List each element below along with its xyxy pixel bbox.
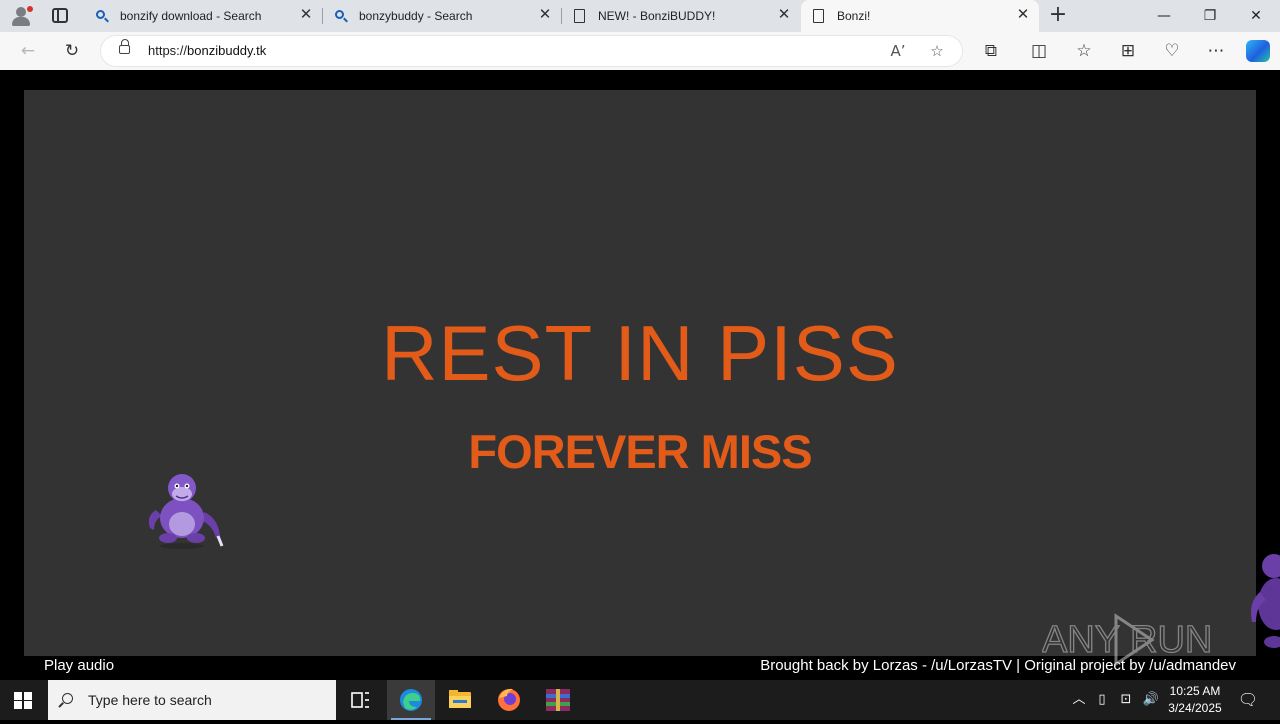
lock-icon[interactable]: [119, 39, 130, 54]
search-placeholder: Type here to search: [88, 692, 212, 708]
split-screen-icon[interactable]: ◫: [1027, 40, 1051, 62]
device-icon[interactable]: ▯: [1092, 680, 1112, 720]
page-stage: REST IN PISS FOREVER MISS Play audio Bro…: [24, 90, 1256, 674]
play-audio-link[interactable]: Play audio: [44, 657, 114, 674]
taskbar-search-box[interactable]: Type here to search: [48, 680, 336, 720]
close-tab-icon[interactable]: ✕: [298, 7, 314, 23]
search-icon: [335, 10, 344, 19]
notifications-icon[interactable]: 🗨: [1234, 680, 1262, 720]
close-tab-icon[interactable]: ✕: [537, 7, 553, 23]
task-view-icon[interactable]: [336, 680, 384, 720]
winrar-icon[interactable]: [534, 680, 582, 720]
network-icon[interactable]: ⊡: [1114, 680, 1138, 720]
bonzi-monkey-partial[interactable]: [1246, 542, 1280, 652]
windows-taskbar: Type here to search ︿ ▯ ⊡ 🔊 10:25 AM 3/2…: [0, 680, 1280, 720]
tab-title: Bonzi!: [837, 9, 871, 23]
tab-bonzybuddy-search[interactable]: bonzybuddy - Search ✕: [323, 0, 562, 32]
favorite-star-icon[interactable]: ☆: [926, 40, 948, 62]
anyrun-watermark: ANY RUN: [1042, 613, 1213, 667]
search-icon: [96, 10, 105, 19]
clock-time: 10:25 AM: [1169, 684, 1221, 698]
copilot-icon[interactable]: [1246, 40, 1270, 62]
back-arrow-icon[interactable]: ←: [16, 40, 40, 62]
restore-button[interactable]: ❐: [1187, 0, 1233, 32]
bonzi-monkey-character[interactable]: [142, 466, 226, 550]
page-icon: [574, 9, 585, 23]
close-tab-icon[interactable]: ✕: [776, 7, 792, 23]
tab-actions-icon[interactable]: [52, 8, 68, 23]
new-tab-button[interactable]: +: [1047, 4, 1069, 27]
close-tab-icon[interactable]: ✕: [1015, 7, 1031, 23]
extensions-icon[interactable]: ⧉: [979, 40, 1003, 62]
tab-bonzi-active[interactable]: Bonzi! ✕: [801, 0, 1039, 32]
tab-title: bonzybuddy - Search: [359, 9, 473, 23]
refresh-icon[interactable]: ↻: [60, 40, 84, 62]
start-windows-icon[interactable]: [14, 692, 32, 709]
address-bar[interactable]: https://bonzibuddy.tk Aʼ ☆: [101, 36, 962, 66]
tab-new-bonzibuddy[interactable]: NEW! - BonziBUDDY! ✕: [562, 0, 800, 32]
url-text[interactable]: https://bonzibuddy.tk: [148, 43, 266, 58]
favorites-icon[interactable]: ☆: [1072, 40, 1096, 62]
firefox-icon[interactable]: [485, 680, 533, 720]
clock-date: 3/24/2025: [1168, 701, 1222, 715]
tab-strip: bonzify download - Search ✕ bonzybuddy -…: [0, 0, 1280, 32]
page-viewport: REST IN PISS FOREVER MISS Play audio Bro…: [4, 70, 1280, 678]
minimize-button[interactable]: —: [1141, 0, 1187, 32]
volume-icon[interactable]: 🔊: [1140, 680, 1162, 720]
profile-avatar-icon[interactable]: [8, 4, 34, 28]
system-clock[interactable]: 10:25 AM 3/24/2025: [1164, 683, 1226, 717]
edge-browser-icon[interactable]: [387, 680, 435, 720]
settings-more-icon[interactable]: ⋯: [1204, 40, 1228, 62]
show-hidden-icons-icon[interactable]: ︿: [1068, 680, 1090, 720]
svg-text:ANY RUN: ANY RUN: [1042, 619, 1212, 661]
browser-essentials-icon[interactable]: ♡: [1160, 40, 1184, 62]
tab-title: NEW! - BonziBUDDY!: [598, 9, 716, 23]
tab-bonzify-search[interactable]: bonzify download - Search ✕: [84, 0, 323, 32]
page-headline: REST IN PISS: [381, 309, 899, 397]
tab-title: bonzify download - Search: [120, 9, 262, 23]
search-icon: [62, 693, 73, 704]
collections-icon[interactable]: ⊞: [1116, 40, 1140, 62]
close-window-button[interactable]: ✕: [1233, 0, 1279, 32]
file-explorer-icon[interactable]: [436, 680, 484, 720]
browser-toolbar: ← ↻ https://bonzibuddy.tk Aʼ ☆ ⧉ ◫ ☆ ⊞ ♡…: [0, 32, 1280, 70]
read-aloud-icon[interactable]: Aʼ: [887, 40, 909, 62]
page-icon: [813, 9, 824, 23]
